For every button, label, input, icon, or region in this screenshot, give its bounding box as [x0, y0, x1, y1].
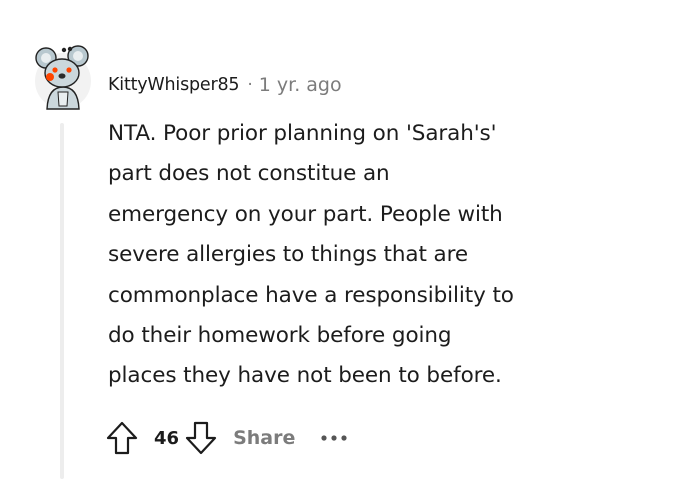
comment-action-bar: 46 Share — [104, 418, 359, 458]
snoo-avatar-icon — [35, 45, 91, 110]
comment-header: KittyWhisper85 · 1 yr. ago — [108, 72, 342, 98]
comment: KittyWhisper85 · 1 yr. ago NTA. Poor pri… — [0, 0, 700, 494]
comment-body-line: do their homework before going — [108, 323, 452, 349]
comment-body-line: emergency on your part. People with — [108, 201, 503, 227]
comment-body-line: commonplace have a responsibility to — [108, 282, 514, 308]
comment-body-line: severe allergies to things that are — [108, 242, 469, 268]
comment-body: NTA. Poor prior planning on 'Sarah's' pa… — [108, 114, 688, 397]
more-options-icon — [321, 435, 347, 441]
meta-separator: · — [247, 75, 253, 95]
user-avatar[interactable] — [34, 40, 92, 110]
comment-body-line: NTA. Poor prior planning on 'Sarah's' — [108, 121, 497, 146]
comment-body-line: part does not constitue an — [108, 161, 390, 187]
comment-timestamp[interactable]: 1 yr. ago — [259, 74, 342, 96]
downvote-arrow-icon — [185, 421, 217, 455]
more-options-button[interactable] — [319, 426, 359, 450]
thread-collapse-line[interactable] — [60, 123, 64, 479]
share-button[interactable]: Share — [233, 427, 295, 449]
downvote-button[interactable] — [183, 418, 219, 458]
comment-body-line: places they have not been to before. — [108, 363, 502, 389]
author-username[interactable]: KittyWhisper85 — [108, 75, 240, 95]
upvote-button[interactable] — [104, 418, 140, 458]
vote-score: 46 — [154, 427, 180, 449]
upvote-arrow-icon — [106, 421, 138, 455]
